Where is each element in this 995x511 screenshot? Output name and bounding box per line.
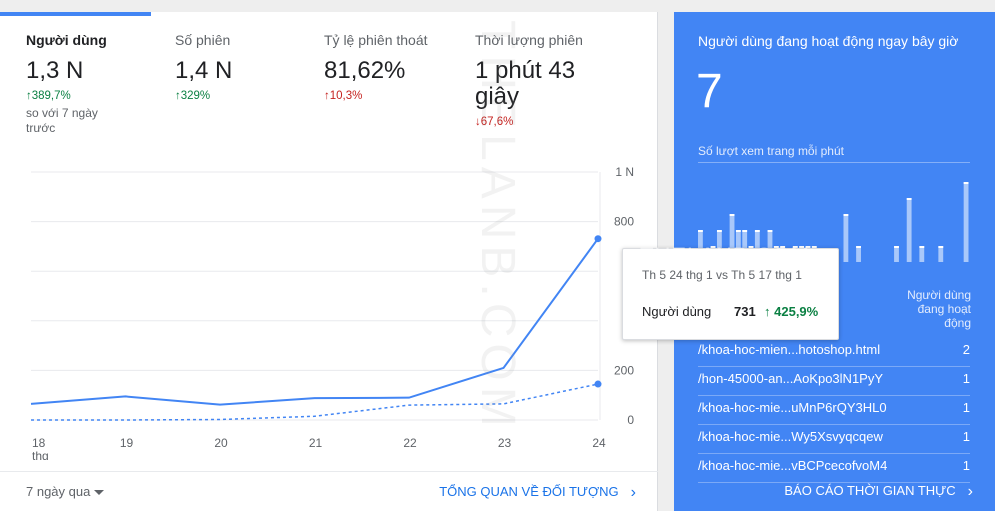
y-tick-label: 0 bbox=[627, 413, 634, 427]
y-tick-label: 1 N bbox=[615, 165, 634, 179]
pageview-bar-cap bbox=[735, 230, 741, 232]
page-user-count: 2 bbox=[962, 342, 970, 357]
x-tick-label: 20 bbox=[214, 436, 228, 450]
pageview-bar-cap bbox=[856, 246, 861, 248]
pageview-bar-cap bbox=[729, 214, 735, 216]
chevron-right-icon: › bbox=[630, 484, 636, 501]
metric-delta: ↑389,7% bbox=[26, 90, 71, 102]
list-item[interactable]: /khoa-hoc-mie...uMnP6rQY3HL0 1 bbox=[698, 396, 970, 425]
pageview-bar bbox=[856, 246, 861, 262]
tooltip-row-delta: ↑ 425,9% bbox=[764, 304, 819, 319]
page-user-count: 1 bbox=[962, 429, 970, 444]
active-tab-indicator bbox=[0, 12, 151, 16]
list-item[interactable]: /khoa-hoc-mien...hotoshop.html 2 bbox=[698, 338, 970, 367]
audience-overview-label: TỔNG QUAN VỀ ĐỐI TƯỢNG bbox=[439, 484, 619, 499]
pageview-bar-cap bbox=[754, 230, 760, 232]
page-path: /khoa-hoc-mien...hotoshop.html bbox=[698, 342, 881, 357]
tooltip-title: Th 5 24 thg 1 vs Th 5 17 thg 1 bbox=[642, 268, 802, 282]
active-pages-list: /khoa-hoc-mien...hotoshop.html 2 /hon-45… bbox=[698, 338, 970, 483]
series-point bbox=[594, 380, 602, 388]
metric-label: Thời lượng phiên bbox=[475, 32, 583, 48]
tooltip-row-label: Người dùng bbox=[642, 304, 712, 319]
users-line-chart: 0 200 800 1 N 18 thg 19 20 21 22 23 24 bbox=[0, 150, 658, 463]
chart-svg: 0 200 800 1 N 18thg 19 20 21 22 23 24 bbox=[30, 165, 634, 463]
audience-overview-card: Người dùng 1,3 N ↑389,7% so với 7 ngày t… bbox=[0, 12, 658, 511]
pageview-bar bbox=[906, 198, 912, 262]
x-tick-label: 18 bbox=[32, 436, 46, 450]
pageview-bar-cap bbox=[963, 182, 969, 184]
page-user-count: 1 bbox=[962, 371, 970, 386]
page-path: /khoa-hoc-mie...vBCPcecofvoM4 bbox=[698, 458, 888, 473]
metric-tab-sessions[interactable]: Số phiên 1,4 N ↑329% bbox=[175, 32, 325, 102]
pageview-bar bbox=[919, 246, 925, 262]
pageview-bar-cap bbox=[938, 246, 944, 248]
metric-label: Người dùng bbox=[26, 32, 107, 48]
x-tick-label: thg bbox=[32, 449, 49, 460]
list-item[interactable]: /khoa-hoc-mie...Wy5Xsvyqcqew 1 bbox=[698, 425, 970, 454]
pageview-bar bbox=[963, 182, 969, 262]
x-tick-label: 21 bbox=[309, 436, 323, 450]
x-tick-label: 22 bbox=[403, 436, 417, 450]
active-users-column-header: Người dùng đang hoạt động bbox=[907, 288, 971, 330]
card-footer: 7 ngày qua TỔNG QUAN VỀ ĐỐI TƯỢNG › bbox=[0, 471, 658, 511]
chevron-right-icon: › bbox=[967, 483, 973, 500]
pageview-bar bbox=[938, 246, 944, 262]
list-item[interactable]: /khoa-hoc-mie...vBCPcecofvoM4 1 bbox=[698, 454, 970, 483]
y-tick-label: 200 bbox=[614, 363, 634, 377]
pageview-bar-cap bbox=[767, 230, 773, 232]
series-point bbox=[594, 235, 602, 243]
pageview-bar-cap bbox=[894, 246, 899, 248]
metric-value: 1,4 N bbox=[175, 57, 233, 84]
metric-value: 1,3 N bbox=[26, 57, 84, 84]
active-users-count: 7 bbox=[696, 65, 723, 118]
metric-value: 81,62% bbox=[324, 57, 406, 84]
metric-tab-bounce-rate[interactable]: Tỷ lệ phiên thoát 81,62% ↑10,3% bbox=[324, 32, 474, 102]
comparison-note: so với 7 ngày trước bbox=[26, 106, 98, 135]
y-tick-label: 800 bbox=[614, 215, 634, 229]
tooltip-row-value: 731 bbox=[734, 304, 756, 319]
page-path: /khoa-hoc-mie...Wy5Xsvyqcqew bbox=[698, 429, 883, 444]
page-path: /khoa-hoc-mie...uMnP6rQY3HL0 bbox=[698, 400, 887, 415]
series-line-current bbox=[30, 238, 599, 406]
page-user-count: 1 bbox=[962, 400, 970, 415]
series-line-previous bbox=[31, 383, 599, 421]
pageview-bar-cap bbox=[919, 246, 925, 248]
metric-tab-users[interactable]: Người dùng 1,3 N ↑389,7% so với 7 ngày t… bbox=[26, 32, 176, 136]
page-user-count: 1 bbox=[962, 458, 970, 473]
chart-tooltip: Th 5 24 thg 1 vs Th 5 17 thg 1 Người dùn… bbox=[622, 248, 839, 340]
pageview-bar bbox=[894, 246, 899, 262]
realtime-title: Người dùng đang hoạt động ngay bây giờ bbox=[698, 33, 959, 49]
metric-label: Số phiên bbox=[175, 32, 231, 48]
audience-overview-link[interactable]: TỔNG QUAN VỀ ĐỐI TƯỢNG › bbox=[439, 483, 636, 501]
metric-delta: ↑10,3% bbox=[324, 90, 363, 102]
list-item[interactable]: /hon-45000-an...AoKpo3lN1PyY 1 bbox=[698, 367, 970, 396]
realtime-report-link[interactable]: BÁO CÁO THỜI GIAN THỰC › bbox=[784, 482, 973, 500]
caret-down-icon bbox=[94, 490, 105, 496]
metric-label: Tỷ lệ phiên thoát bbox=[324, 32, 428, 48]
pageview-bar-cap bbox=[716, 230, 722, 232]
page-path: /hon-45000-an...AoKpo3lN1PyY bbox=[698, 371, 884, 386]
pageview-bar bbox=[843, 214, 849, 262]
metric-delta: ↓67,6% bbox=[475, 116, 514, 128]
x-tick-label: 23 bbox=[498, 436, 512, 450]
metric-tab-session-duration[interactable]: Thời lượng phiên 1 phút 43 giây ↓67,6% bbox=[475, 32, 605, 128]
metric-value: 1 phút 43 giây bbox=[475, 57, 576, 110]
realtime-report-label: BÁO CÁO THỜI GIAN THỰC bbox=[784, 483, 956, 498]
date-range-dropdown[interactable]: 7 ngày qua bbox=[26, 484, 105, 499]
pageviews-per-minute-label: Số lượt xem trang mỗi phút bbox=[698, 144, 844, 158]
pageview-bar-cap bbox=[906, 198, 912, 200]
x-tick-label: 24 bbox=[592, 436, 606, 450]
pageviews-bar-chart bbox=[698, 182, 969, 262]
x-tick-label: 19 bbox=[120, 436, 134, 450]
arrow-up-icon: ↑ bbox=[764, 304, 775, 319]
pageview-bar-cap bbox=[698, 230, 703, 232]
pageview-bar-cap bbox=[742, 230, 748, 232]
date-range-label: 7 ngày qua bbox=[26, 484, 91, 499]
metric-delta: ↑329% bbox=[175, 90, 211, 102]
pageview-bar-cap bbox=[843, 214, 849, 216]
